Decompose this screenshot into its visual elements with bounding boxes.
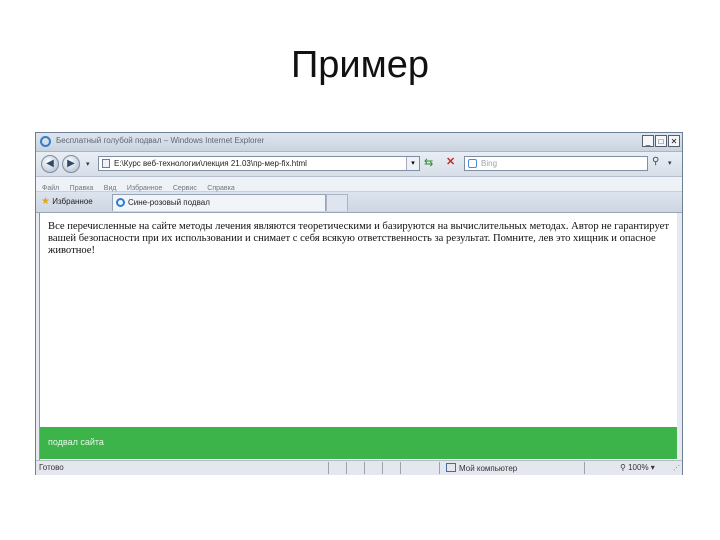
browser-window: Бесплатный голубой подвал – Windows Inte… (35, 132, 683, 475)
status-ready: Готово (39, 463, 64, 472)
refresh-icon[interactable]: ⇆ (424, 157, 433, 169)
status-separator (584, 462, 585, 474)
window-title: Бесплатный голубой подвал – Windows Inte… (56, 136, 265, 145)
search-provider-icon (468, 159, 477, 168)
new-tab-button[interactable] (326, 194, 348, 211)
address-url[interactable]: E:\Курс веб-технологии\лекция 21.03\пр-м… (114, 159, 307, 168)
page-content: Все перечисленные на сайте методы лечени… (39, 213, 679, 460)
tab-label: Сине-розовый подвал (128, 198, 210, 207)
menu-item-file[interactable]: Файл (42, 185, 59, 192)
zoom-level: 100% (628, 463, 649, 472)
menu-bar: Файл Правка Вид Избранное Сервис Справка (36, 177, 682, 192)
search-dropdown-icon[interactable]: ▾ (668, 159, 672, 167)
navigation-bar: ◀ ▶ ▾ E:\Курс веб-технологии\лекция 21.0… (36, 152, 682, 177)
page-footer: подвал сайта (40, 427, 679, 459)
maximize-button[interactable]: □ (655, 135, 667, 147)
scrollbar[interactable] (677, 213, 681, 460)
ie-logo-icon (40, 136, 51, 147)
ie-tab-icon (116, 198, 125, 207)
status-separator (439, 462, 440, 474)
menu-item-tools[interactable]: Сервис (173, 185, 197, 192)
status-separator (328, 462, 329, 474)
zoom-control[interactable]: ⚲ 100% ▾ (620, 463, 655, 472)
resize-grip-icon[interactable]: ⋰ (673, 464, 680, 472)
status-separator (346, 462, 347, 474)
status-bar: Готово Мой компьютер ⚲ 100% ▾ ⋰ (36, 460, 682, 475)
close-button[interactable]: ✕ (668, 135, 680, 147)
footer-text: подвал сайта (48, 437, 104, 447)
page-text: Все перечисленные на сайте методы лечени… (48, 221, 669, 256)
menu-item-view[interactable]: Вид (104, 185, 117, 192)
security-zone[interactable]: Мой компьютер (446, 463, 517, 473)
tab-active[interactable]: Сине-розовый подвал (112, 194, 326, 211)
search-icon[interactable]: ⚲ (652, 156, 659, 168)
status-separator (364, 462, 365, 474)
window-controls: _ □ ✕ (642, 135, 680, 147)
minimize-button[interactable]: _ (642, 135, 654, 147)
address-field[interactable]: E:\Курс веб-технологии\лекция 21.03\пр-м… (98, 156, 420, 171)
history-dropdown-icon[interactable]: ▾ (86, 160, 90, 168)
title-bar: Бесплатный голубой подвал – Windows Inte… (36, 133, 682, 152)
status-separator (382, 462, 383, 474)
menu-item-favorites[interactable]: Избранное (127, 185, 162, 192)
zone-label: Мой компьютер (459, 464, 518, 473)
favorites-label: Избранное (52, 197, 93, 206)
menu-item-help[interactable]: Справка (207, 185, 234, 192)
address-dropdown-icon[interactable]: ▾ (406, 157, 419, 170)
menu-item-edit[interactable]: Правка (70, 185, 94, 192)
back-button[interactable]: ◀ (41, 155, 59, 173)
search-input[interactable]: Bing (464, 156, 648, 171)
tab-bar: ★ Избранное Сине-розовый подвал (36, 192, 682, 213)
favorites-button[interactable]: ★ Избранное (41, 196, 93, 207)
page-icon (102, 159, 110, 168)
search-placeholder: Bing (481, 159, 498, 168)
stop-icon[interactable]: ✕ (446, 156, 455, 168)
forward-button[interactable]: ▶ (62, 155, 80, 173)
status-separator (400, 462, 401, 474)
star-icon: ★ (41, 196, 50, 207)
computer-icon (446, 463, 456, 472)
slide-title: Пример (290, 44, 430, 86)
